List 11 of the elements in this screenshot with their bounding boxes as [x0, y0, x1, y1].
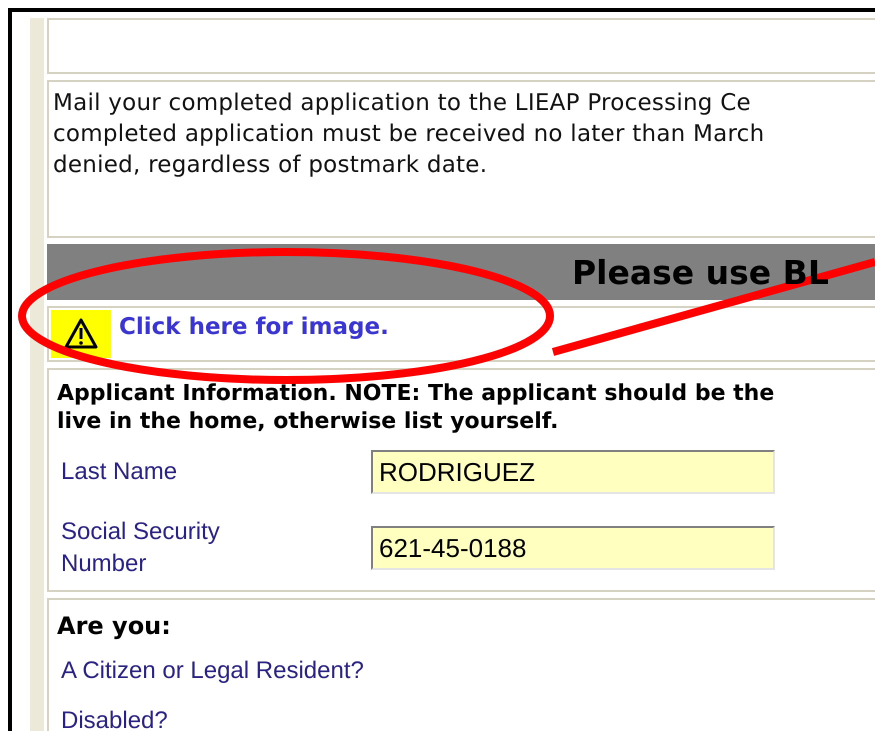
warning-icon — [51, 310, 111, 358]
field-label: Social Security Number — [60, 517, 221, 579]
questions-heading: Are you: — [57, 612, 172, 640]
input-field[interactable]: RODRIGUEZ — [371, 450, 775, 494]
applicant-heading: Applicant Information. NOTE: The applicant should be the live in the home, otherwise list yourself. — [57, 380, 776, 436]
field-label: Last Name — [60, 457, 178, 487]
question-label: Disabled? — [61, 706, 169, 731]
image-link[interactable]: Click here for image. — [119, 314, 389, 340]
notice-text: Mail your completed application to the LIEAP Processing Ce completed application must be received no later than March denied, regardless of postmark date. — [53, 89, 766, 180]
input-field[interactable]: 621-45-0188 — [371, 526, 775, 570]
question-label: A Citizen or Legal Resident? — [61, 656, 365, 686]
